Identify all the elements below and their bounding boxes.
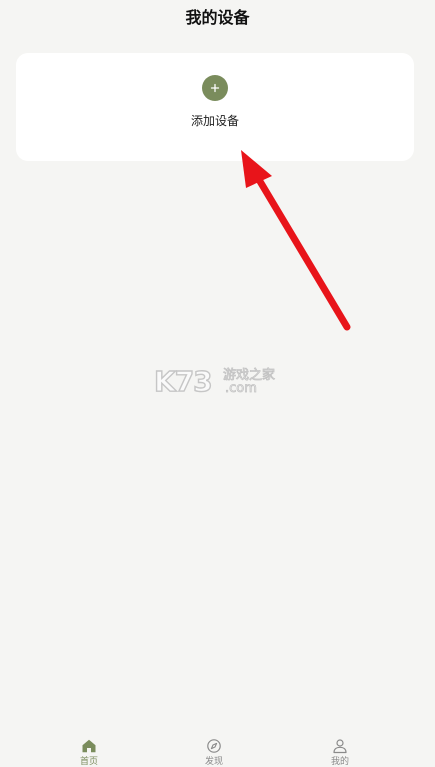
watermark: K73 游戏之家 .com bbox=[153, 365, 284, 402]
tab-mine-label: 我的 bbox=[330, 757, 349, 767]
bottom-tab-bar: 首页 发现 我的 bbox=[0, 732, 435, 767]
watermark-logo: K73 bbox=[153, 365, 213, 398]
home-icon bbox=[82, 739, 96, 753]
watermark-domain: .com bbox=[225, 381, 258, 397]
page-title: 我的设备 bbox=[185, 8, 250, 27]
tab-mine[interactable]: 我的 bbox=[310, 738, 370, 767]
tab-discover-label: 发现 bbox=[204, 757, 223, 767]
tab-home-label: 首页 bbox=[79, 757, 98, 767]
tab-discover[interactable]: 发现 bbox=[184, 738, 244, 767]
plus-icon bbox=[210, 83, 220, 93]
compass-icon bbox=[207, 739, 221, 753]
add-device-button[interactable] bbox=[202, 75, 228, 101]
add-device-label: 添加设备 bbox=[190, 114, 239, 128]
tab-home[interactable]: 首页 bbox=[59, 738, 119, 767]
add-device-card[interactable]: 添加设备 bbox=[16, 53, 414, 161]
user-icon bbox=[333, 739, 347, 754]
